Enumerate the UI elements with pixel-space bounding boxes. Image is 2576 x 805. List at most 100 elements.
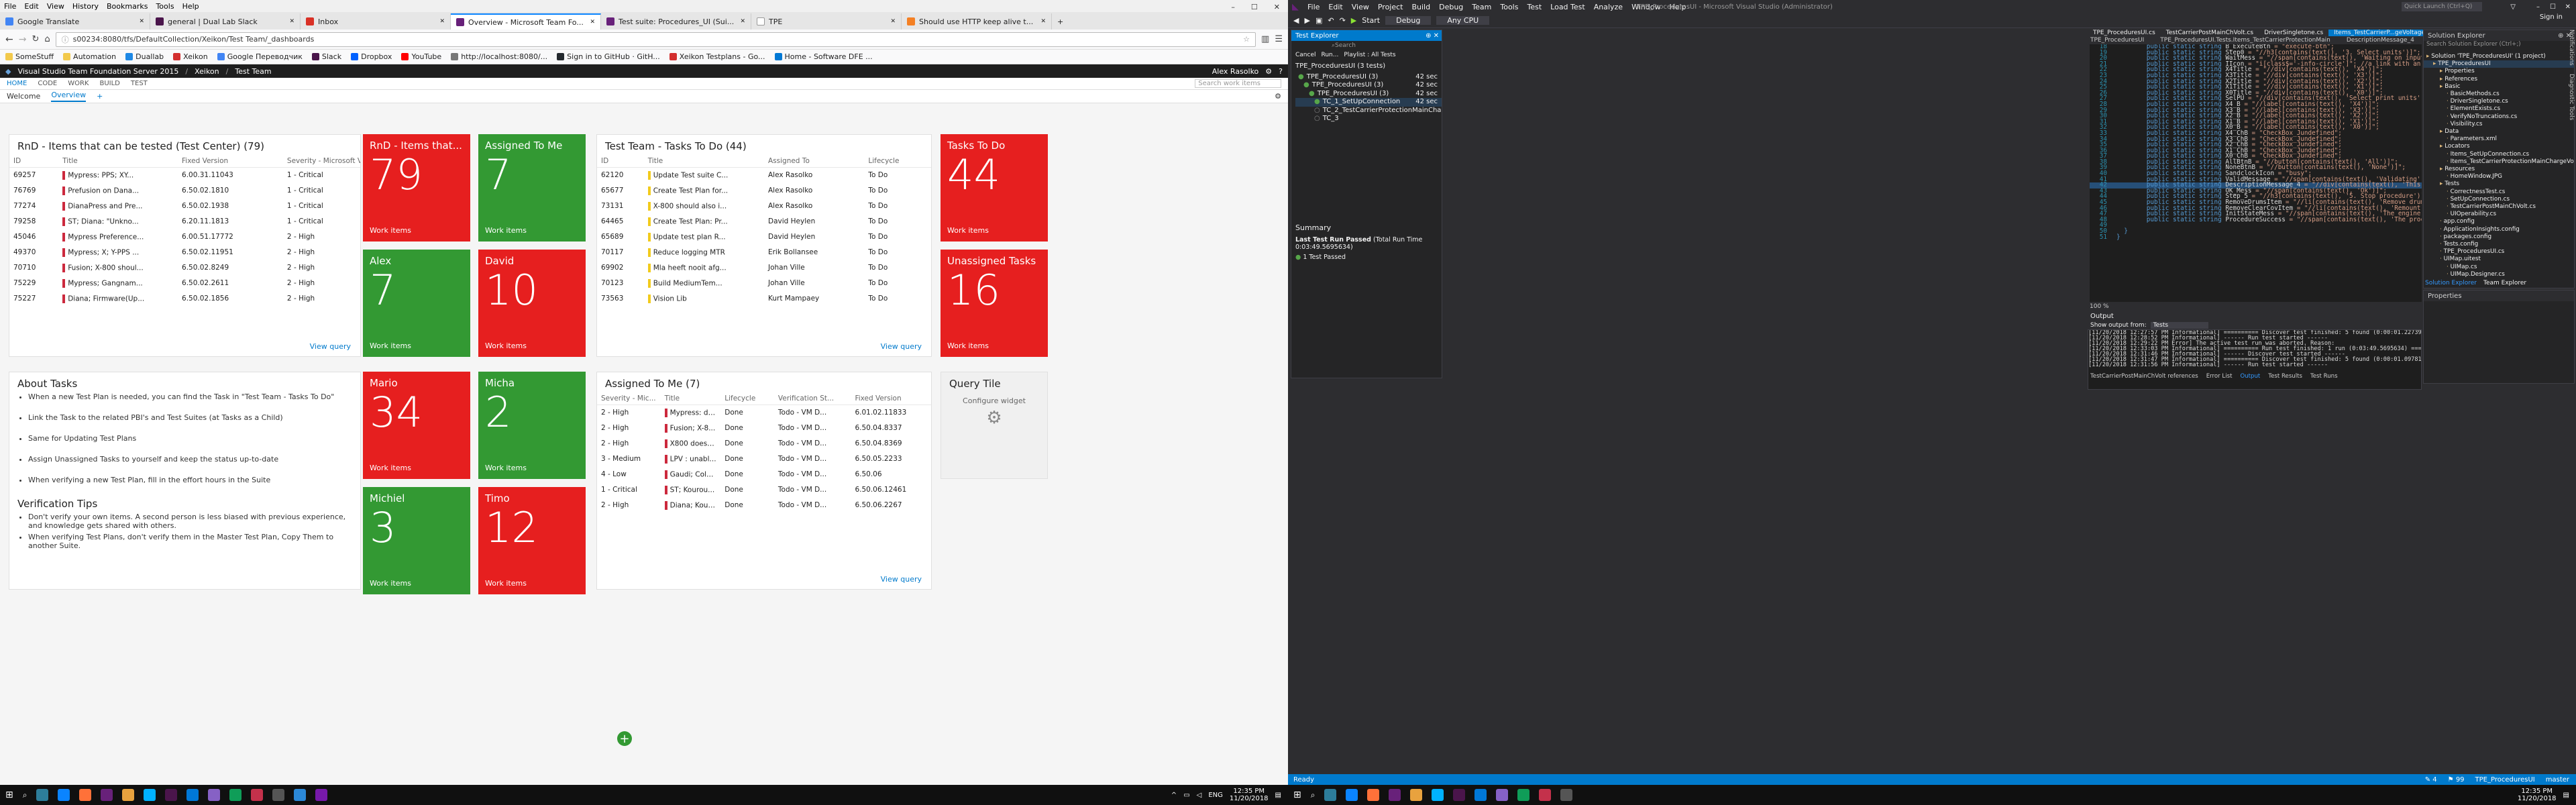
table-row[interactable]: 69257 Mypress: PPS; XY... 6.00.31.11043 1 -… (9, 168, 360, 183)
bookmark-label[interactable]: Google Переводчик (227, 52, 303, 61)
hub-code[interactable]: CODE (38, 80, 57, 87)
nav-forward-icon[interactable]: ▶ (1304, 16, 1309, 25)
table-cell[interactable]: 6.50.02.8249 (178, 260, 283, 276)
table-cell[interactable]: 6.50.02.2611 (178, 276, 283, 291)
table-cell[interactable]: 75229 (9, 276, 58, 291)
solution-node-label[interactable]: SetUpConnection.cs (2451, 196, 2510, 203)
solution-node[interactable]: · HomeWindow.JPG (2424, 173, 2574, 180)
outlook-icon[interactable] (186, 789, 199, 801)
filter-icon[interactable]: ▽ (2510, 3, 2516, 11)
cell-text[interactable]: Fusion; X-8... (670, 424, 716, 432)
table-cell[interactable]: 1 - Critical (283, 199, 360, 214)
table-cell[interactable]: 6.50.04.8337 (851, 421, 931, 436)
zoom-level[interactable]: 100 % (2090, 303, 2109, 310)
table-cell[interactable]: 2 - High (283, 276, 360, 291)
column-header[interactable]: Title (660, 392, 721, 405)
explorer-icon[interactable] (122, 789, 135, 801)
column-header[interactable]: Verification St... (773, 392, 851, 405)
solution-node-label[interactable]: Tests (2445, 180, 2459, 187)
solution-node-label[interactable]: Visibility.cs (2451, 121, 2483, 127)
solution-node[interactable]: · BasicMethods.cs (2424, 91, 2574, 98)
bookmark-label[interactable]: Xeikon (183, 52, 208, 61)
vs-menu-file[interactable]: File (1307, 3, 1320, 11)
table-cell[interactable]: To Do (864, 260, 931, 276)
user-name[interactable]: Alex Rasolko (1212, 67, 1259, 76)
table-cell[interactable]: 70710 (9, 260, 58, 276)
search-icon[interactable]: ⌕ (23, 790, 28, 800)
notifications-icon[interactable]: ▤ (1275, 792, 1281, 799)
dashboard-settings-icon[interactable]: ⚙ (1275, 92, 1281, 101)
table-cell[interactable]: 79258 (9, 214, 58, 229)
table-row[interactable]: 64465 Create Test Plan: Pr... David Heylen… (597, 214, 931, 229)
table-cell[interactable]: Done (720, 436, 774, 451)
table-cell[interactable]: To Do (864, 245, 931, 260)
menu-item-view[interactable]: View (47, 2, 64, 11)
work-item-search[interactable]: Search work items (1195, 79, 1281, 88)
bookmark-item[interactable]: Home - Software DFE ... (774, 52, 873, 61)
solution-node-label[interactable]: ElementExists.cs (2451, 105, 2500, 112)
solution-node-label[interactable]: BasicMethods.cs (2451, 91, 2500, 97)
subnav-overview[interactable]: Overview (51, 91, 87, 102)
hub-home[interactable]: HOME (7, 80, 27, 87)
hub-test[interactable]: TEST (131, 80, 148, 87)
table-cell[interactable]: Mypress; X; Y-PPS ... (58, 245, 178, 260)
table-cell[interactable]: 1 - Critical (597, 482, 661, 498)
table-cell[interactable]: 77274 (9, 199, 58, 214)
solution-node[interactable]: ▸ Locators (2424, 143, 2574, 150)
skype-icon[interactable] (1432, 789, 1444, 801)
bookmark-item[interactable]: Xeikon (173, 52, 208, 61)
add-widget-button[interactable]: + (617, 731, 632, 746)
table-cell[interactable]: Mla heeft nooit afg... (644, 260, 764, 276)
solution-explorer-tab[interactable]: Team Explorer (2483, 280, 2526, 286)
table-cell[interactable]: 6.50.02.1856 (178, 291, 283, 307)
table-cell[interactable]: 49370 (9, 245, 58, 260)
test-name[interactable]: TPE_ProceduresUI (3) (1312, 81, 1384, 90)
side-tab[interactable]: Diagnostic Tools (2567, 74, 2575, 120)
help-icon[interactable]: ? (1279, 67, 1283, 76)
app4-icon[interactable] (272, 789, 285, 801)
table-cell[interactable]: Kurt Mampaey (764, 291, 864, 307)
query-tile-widget[interactable]: Query Tile Configure widget ⚙ (941, 372, 1048, 479)
solution-node-label[interactable]: References (2445, 76, 2477, 83)
table-cell[interactable]: Mypress Preference... (58, 229, 178, 245)
bookmark-label[interactable]: Automation (73, 52, 116, 61)
table-cell[interactable]: Reduce logging MTR (644, 245, 764, 260)
column-header[interactable]: Assigned To (763, 155, 865, 168)
solution-node[interactable]: · Items_SetUpConnection.cs (2424, 151, 2574, 158)
table-row[interactable]: 77274 DianaPress and Pre... 6.50.02.1938 1 … (9, 199, 360, 214)
code-line[interactable]: 50 } (2090, 228, 2422, 235)
tab-close-icon[interactable]: ✕ (139, 18, 144, 25)
column-header[interactable]: ID (9, 155, 59, 168)
table-cell[interactable]: Create Test Plan: Pr... (644, 214, 764, 229)
windows-start-icon[interactable]: ⊞ (1293, 790, 1301, 800)
vs-menu-team[interactable]: Team (1472, 3, 1491, 11)
windows-start-icon[interactable]: ⊞ (5, 790, 13, 800)
menu-item-file[interactable]: File (4, 2, 16, 11)
table-cell[interactable]: Todo - VM D... (774, 467, 851, 482)
table-row[interactable]: 2 - High Fusion; X-8... Done Todo - VM D...… (597, 421, 931, 436)
table-cell[interactable]: 73563 (597, 291, 644, 307)
tile-alex[interactable]: Alex 7 Work items (363, 250, 470, 357)
table-row[interactable]: 70710 Fusion; X-800 shoul... 6.50.02.8249 2… (9, 260, 360, 276)
solution-node-label[interactable]: UIMap.Designer.cs (2451, 271, 2505, 278)
bottom-tab[interactable]: Error List (2206, 373, 2233, 380)
browser-tab[interactable]: general | Dual Lab Slack ✕ (150, 13, 301, 30)
bookmark-label[interactable]: Dropbox (361, 52, 392, 61)
vs-menu-edit[interactable]: Edit (1328, 3, 1342, 11)
slack-icon[interactable] (1453, 789, 1466, 801)
table-cell[interactable]: Diana; Firmware(Up... (58, 291, 178, 307)
column-header[interactable]: Lifecycle (864, 155, 931, 168)
cell-text[interactable]: Vision Lib (653, 294, 687, 303)
table-cell[interactable]: Gaudi; Colo... (661, 467, 721, 482)
cell-text[interactable]: Mypress: PPS; XY... (68, 171, 133, 179)
solution-node-label[interactable]: Items_SetUpConnection.cs (2451, 151, 2529, 158)
menu-item-bookmarks[interactable]: Bookmarks (107, 2, 148, 11)
test-name[interactable]: TPE_ProceduresUI (3) (1307, 73, 1379, 82)
table-cell[interactable]: 65689 (597, 229, 644, 245)
bookmark-label[interactable]: Slack (322, 52, 341, 61)
table-cell[interactable]: Diana; Kour... (661, 498, 721, 513)
solution-explorer-tab[interactable]: Solution Explorer (2425, 280, 2477, 286)
team-name[interactable]: Test Team (235, 67, 271, 76)
hub-work[interactable]: WORK (68, 80, 89, 87)
table-cell[interactable]: 1 - Critical (283, 183, 360, 199)
